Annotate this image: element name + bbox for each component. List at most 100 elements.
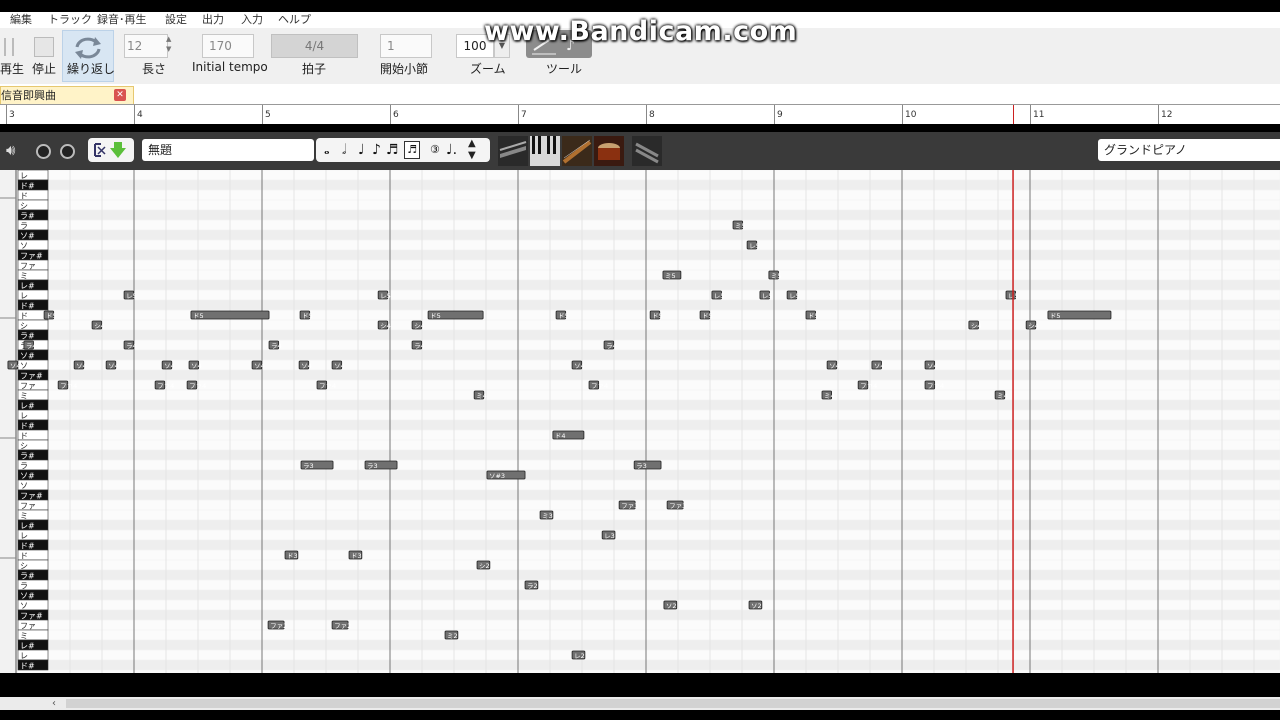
piano-key-label: シ [20,442,28,451]
note-label: ラ3 [367,462,378,470]
instrument-select[interactable]: グランドピアノ [1098,139,1280,161]
menu-settings[interactable]: 設定 [165,12,187,27]
roll-row [47,170,1280,181]
piano-roll-canvas[interactable]: レド#ドシラ#ラソ#ソファ#ファミレ#レド#ドシラ#ラソ#ソファ#ファミレ#レド… [0,170,1280,673]
measure-ruler[interactable]: 3 4 5 6 7 8 9 10 11 12 [0,104,1280,125]
note-label: ド5 [702,312,713,320]
roll-row [47,639,1280,651]
roll-row [47,249,1280,261]
speaker-icon[interactable]: 🔊︎ [6,140,26,160]
start-bar-input[interactable]: 1 [380,34,432,58]
instrument-icon-other[interactable] [632,136,662,166]
menu-edit[interactable]: 編集 [10,12,32,27]
roll-row [47,519,1280,531]
note-label: ミ3 [542,512,553,520]
note-label: ソ4 [334,362,345,370]
note-label: レ5 [714,292,725,300]
note-label: ソ4 [254,362,265,370]
piano-key-label: ド [20,432,28,441]
roll-row [47,319,1280,331]
instrument-icon-drum[interactable] [594,136,624,166]
menu-input[interactable]: 入力 [241,12,263,27]
ruler-bar-number: 11 [1033,110,1045,120]
piano-key-label: レ# [20,282,35,291]
roll-row [47,649,1280,661]
note-label: ド3 [351,552,362,560]
note-label: ソ4 [574,362,585,370]
length-stepper[interactable]: ▲ ▼ [166,34,176,56]
menu-help[interactable]: ヘルプ [278,12,311,27]
mini-keyboard-icon [499,141,527,158]
piano-key-label: ド# [20,662,35,671]
quarter-note-icon[interactable]: ♩ [358,138,365,162]
note-label: ファ2 [334,622,351,630]
piano-key-label: ファ# [20,372,43,381]
piano-key-label: ラ [20,462,28,471]
roll-row [47,579,1280,591]
instrument-icon-piano[interactable] [530,136,560,166]
note-label: ファ4 [591,382,608,390]
note-label: ド5 [193,312,204,320]
scroll-thumb[interactable] [66,699,1280,708]
thirtysecond-note-icon[interactable]: ♬ [404,141,420,159]
play-button[interactable] [0,36,20,58]
piano-key-label: ラ# [20,212,35,221]
scroll-left-icon[interactable]: ‹ [52,698,56,709]
half-note-icon[interactable]: 𝅗𝅥 [342,138,346,162]
piano-roll[interactable]: レド#ドシラ#ラソ#ソファ#ファミレ#レド#ドシラ#ラソ#ソファ#ファミレ#レド… [0,170,1280,673]
menu-track[interactable]: トラック [48,12,92,27]
triplet-icon[interactable]: ③ [430,138,440,162]
note-label: ソ2 [751,602,762,610]
tempo-input[interactable]: 170 [202,34,254,58]
roll-row [47,339,1280,351]
note-label: ファ4 [60,382,77,390]
roll-row [47,379,1280,391]
eighth-note-icon[interactable]: ♪ [372,138,381,162]
menu-output[interactable]: 出力 [202,12,224,27]
close-icon[interactable]: ✕ [114,89,126,101]
piano-key-label: ソ# [20,352,35,361]
ruler-bar-line [6,105,7,125]
roll-row [47,489,1280,501]
note-label: シ4 [414,322,425,330]
play-label: 再生 [0,62,25,76]
horizontal-scrollbar[interactable]: ‹ [0,697,1280,710]
note-label: ファ3 [621,502,638,510]
track-name-input[interactable]: 無題 [142,139,314,161]
ruler-bar-line [646,105,647,125]
palette-stepper[interactable]: ▲ ▼ [468,138,476,162]
note-label: ソ4 [829,362,840,370]
instrument-icon-keyboard[interactable] [498,136,528,166]
instrument-icon-guitar[interactable] [562,136,592,166]
roll-row [47,209,1280,221]
piano-key-label: ラ# [20,332,35,341]
whole-note-icon[interactable]: 𝅝 [324,138,330,162]
fit-download-button[interactable] [88,138,134,162]
solo-button[interactable] [36,144,51,159]
piano-key-label: ファ# [20,612,43,621]
ruler-bar-line [774,105,775,125]
piano-key-label: ミ [20,512,28,521]
dotted-note-icon[interactable]: ♩. [446,138,457,162]
beat-input[interactable]: 4/4 [271,34,358,58]
roll-row [47,629,1280,641]
note-label: ミ4 [997,392,1008,400]
menu-record-play[interactable]: 録音･再生 [97,12,147,27]
piano-key-label: ファ# [20,252,43,261]
piano-key-label: ド [20,192,28,201]
toolbar: 再生 停止 繰り返し 12 ▲ ▼ 長さ 170 Initial tempo 4… [0,16,1280,84]
record-button[interactable] [60,144,75,159]
piano-key-label: レ [20,652,28,661]
roll-row [47,439,1280,451]
note-label: ド5 [652,312,663,320]
stop-button[interactable] [34,37,54,57]
piano-key-label: ミ [20,632,28,641]
length-input[interactable]: 12 [124,34,168,58]
note-label: レ5 [789,292,800,300]
tab-song[interactable]: 信音即興曲 ✕ [0,86,134,104]
sixteenth-note-icon[interactable]: ♬ [386,138,399,162]
piano-key-label: レ# [20,642,35,651]
roll-row [47,369,1280,381]
title-bar [0,0,1280,12]
length-label: 長さ [142,62,167,76]
